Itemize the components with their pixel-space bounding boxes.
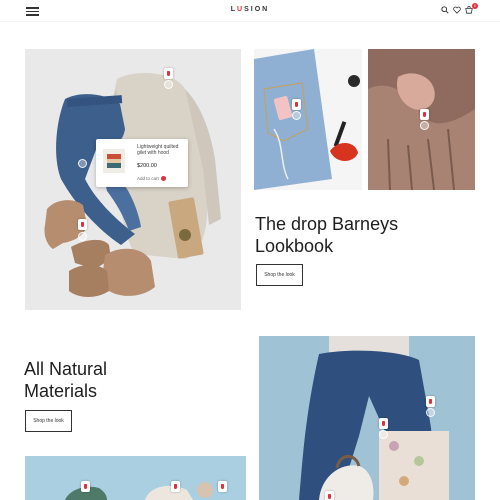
hotspot-ring	[78, 159, 87, 168]
seated-jeans-illustration	[299, 336, 449, 500]
product-thumbnail[interactable]	[103, 149, 125, 173]
hotspot-ring	[292, 111, 301, 120]
denim-illustration	[254, 49, 360, 190]
natural-materials-heading: All Natural Materials	[24, 358, 107, 402]
site-header: LUSION 0	[0, 0, 500, 22]
search-icon[interactable]	[441, 6, 451, 16]
hotspot-ring	[164, 80, 173, 89]
product-title[interactable]: Lightweight quilted gilet with hood	[137, 144, 185, 156]
logo-text-end: SION	[244, 6, 270, 13]
site-logo[interactable]: LUSION	[0, 6, 500, 13]
product-hotspot[interactable]	[164, 68, 173, 79]
shop-the-look-button[interactable]: Shop the look	[25, 410, 72, 432]
natural-materials-heading-line1: All Natural	[24, 359, 108, 379]
natural-materials-heading-line2: Materials	[24, 381, 98, 401]
product-hotspot[interactable]	[325, 491, 334, 500]
seated-jeans-image[interactable]	[259, 336, 475, 500]
product-hotspot[interactable]	[81, 481, 90, 492]
knit-sweater-image[interactable]	[368, 49, 475, 190]
product-hotspot[interactable]	[379, 418, 388, 429]
product-hotspot[interactable]	[218, 481, 227, 492]
add-to-cart-label: Add to cart	[137, 176, 159, 181]
heart-icon[interactable]	[453, 6, 463, 16]
product-hotspot[interactable]	[171, 481, 180, 492]
hotspot-ring	[78, 232, 87, 241]
denim-pocket-image[interactable]	[254, 49, 362, 190]
plus-icon	[160, 176, 166, 182]
accessories-illustration	[65, 482, 213, 500]
accessories-image[interactable]	[25, 456, 246, 500]
product-hotspot[interactable]	[78, 219, 87, 230]
hotspot-ring	[379, 430, 388, 439]
lookbook-heading-line2: Lookbook	[255, 236, 334, 256]
cart-icon[interactable]: 0	[465, 3, 478, 16]
product-quickview-card[interactable]: Lightweight quilted gilet with hood $200…	[96, 139, 188, 187]
product-hotspot[interactable]	[420, 109, 429, 120]
product-hotspot[interactable]	[426, 396, 435, 407]
lookbook-heading: The drop Barneys Lookbook	[255, 213, 398, 257]
hotspot-ring	[426, 408, 435, 417]
lookbook-heading-line1: The drop Barneys	[255, 214, 399, 234]
hotspot-ring	[420, 121, 429, 130]
product-price: $200.00	[137, 163, 157, 169]
shop-the-look-button[interactable]: Shop the look	[256, 264, 303, 286]
cart-count-badge: 0	[472, 3, 478, 9]
product-hotspot[interactable]	[292, 99, 301, 110]
add-to-cart-link[interactable]: Add to cart	[137, 176, 166, 182]
